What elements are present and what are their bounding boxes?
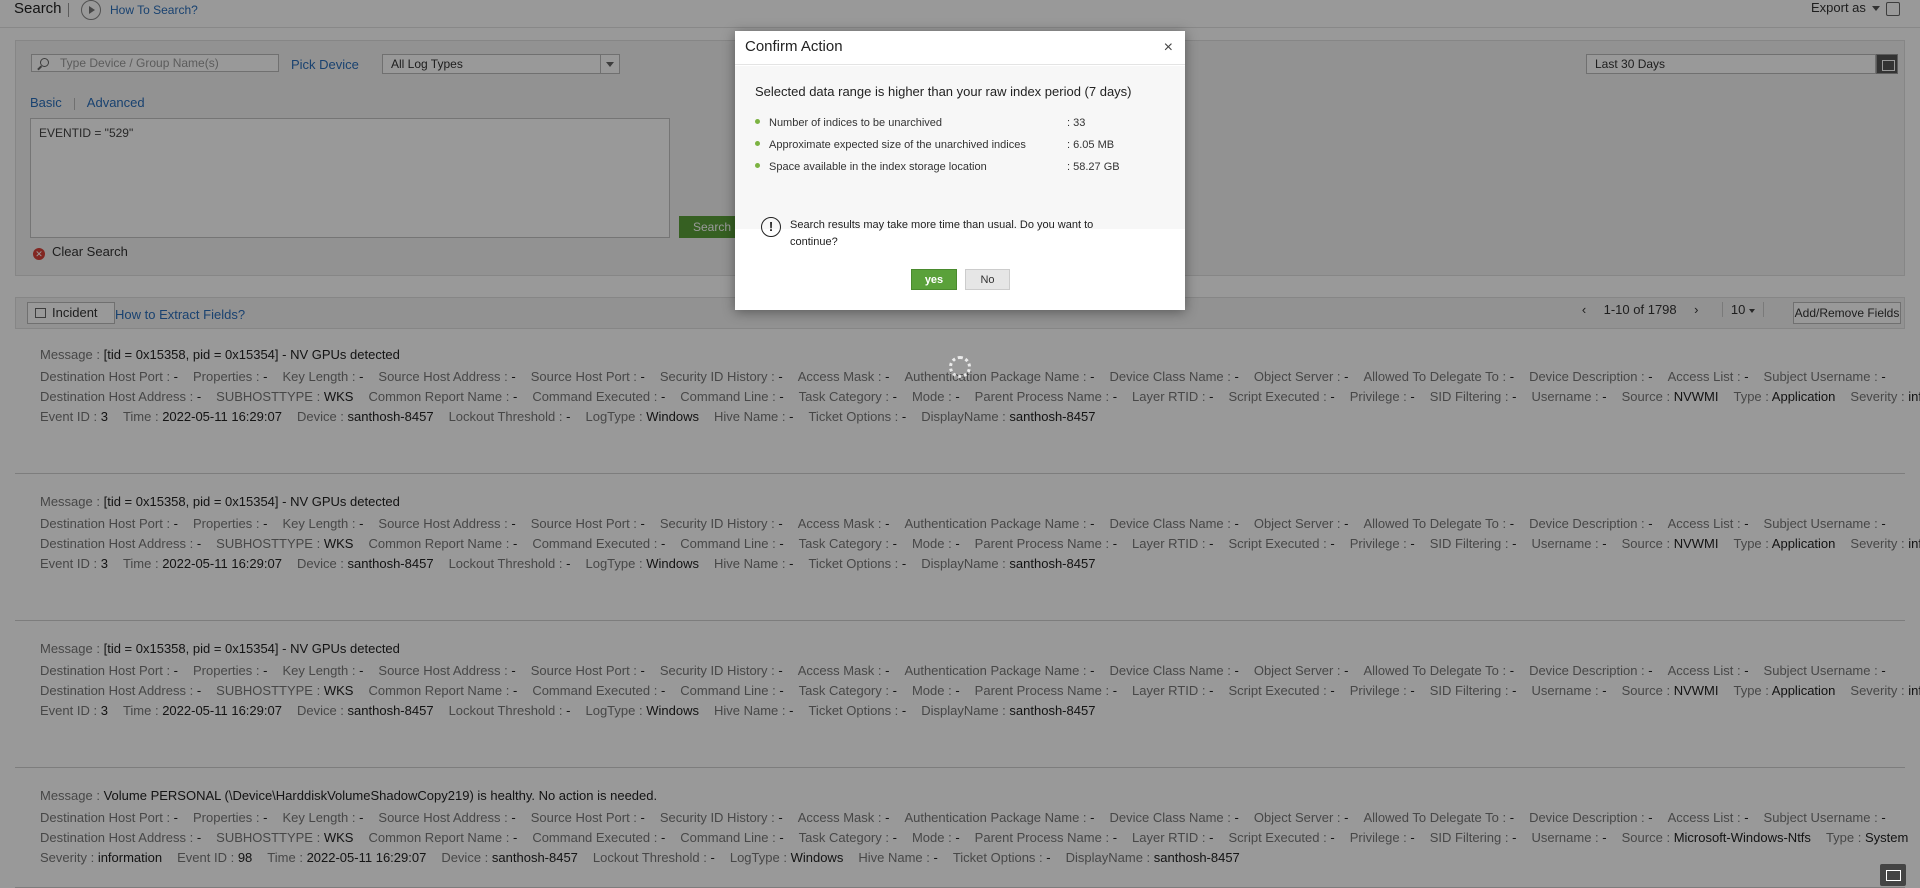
- info-value: : 58.27 GB: [1067, 161, 1120, 173]
- info-label: Number of indices to be unarchived: [769, 117, 943, 129]
- close-icon[interactable]: ×: [1164, 39, 1173, 57]
- yes-button[interactable]: yes: [911, 269, 957, 290]
- bullet-icon: [755, 141, 760, 146]
- confirm-action-dialog: Confirm Action × Selected data range is …: [735, 31, 1185, 310]
- info-label: Space available in the index storage loc…: [769, 161, 987, 173]
- dialog-info-panel: Selected data range is higher than your …: [735, 66, 1185, 229]
- info-value: : 6.05 MB: [1067, 139, 1115, 151]
- info-row: Approximate expected size of the unarchi…: [755, 139, 1114, 151]
- warning-icon: !: [761, 217, 781, 237]
- info-row: Number of indices to be unarchived : 33: [755, 117, 1085, 129]
- bullet-icon: [755, 119, 760, 124]
- no-button[interactable]: No: [965, 269, 1010, 290]
- bullet-icon: [755, 163, 760, 168]
- info-label: Approximate expected size of the unarchi…: [769, 139, 1026, 151]
- chat-icon[interactable]: [1880, 864, 1906, 886]
- info-row: Space available in the index storage loc…: [755, 161, 1120, 173]
- dialog-title: Confirm Action: [735, 31, 1185, 65]
- info-value: : 33: [1067, 117, 1086, 129]
- dialog-lead-text: Selected data range is higher than your …: [755, 84, 1132, 99]
- warning-text: Search results may take more time than u…: [790, 219, 1094, 248]
- loading-spinner-icon: [949, 356, 971, 378]
